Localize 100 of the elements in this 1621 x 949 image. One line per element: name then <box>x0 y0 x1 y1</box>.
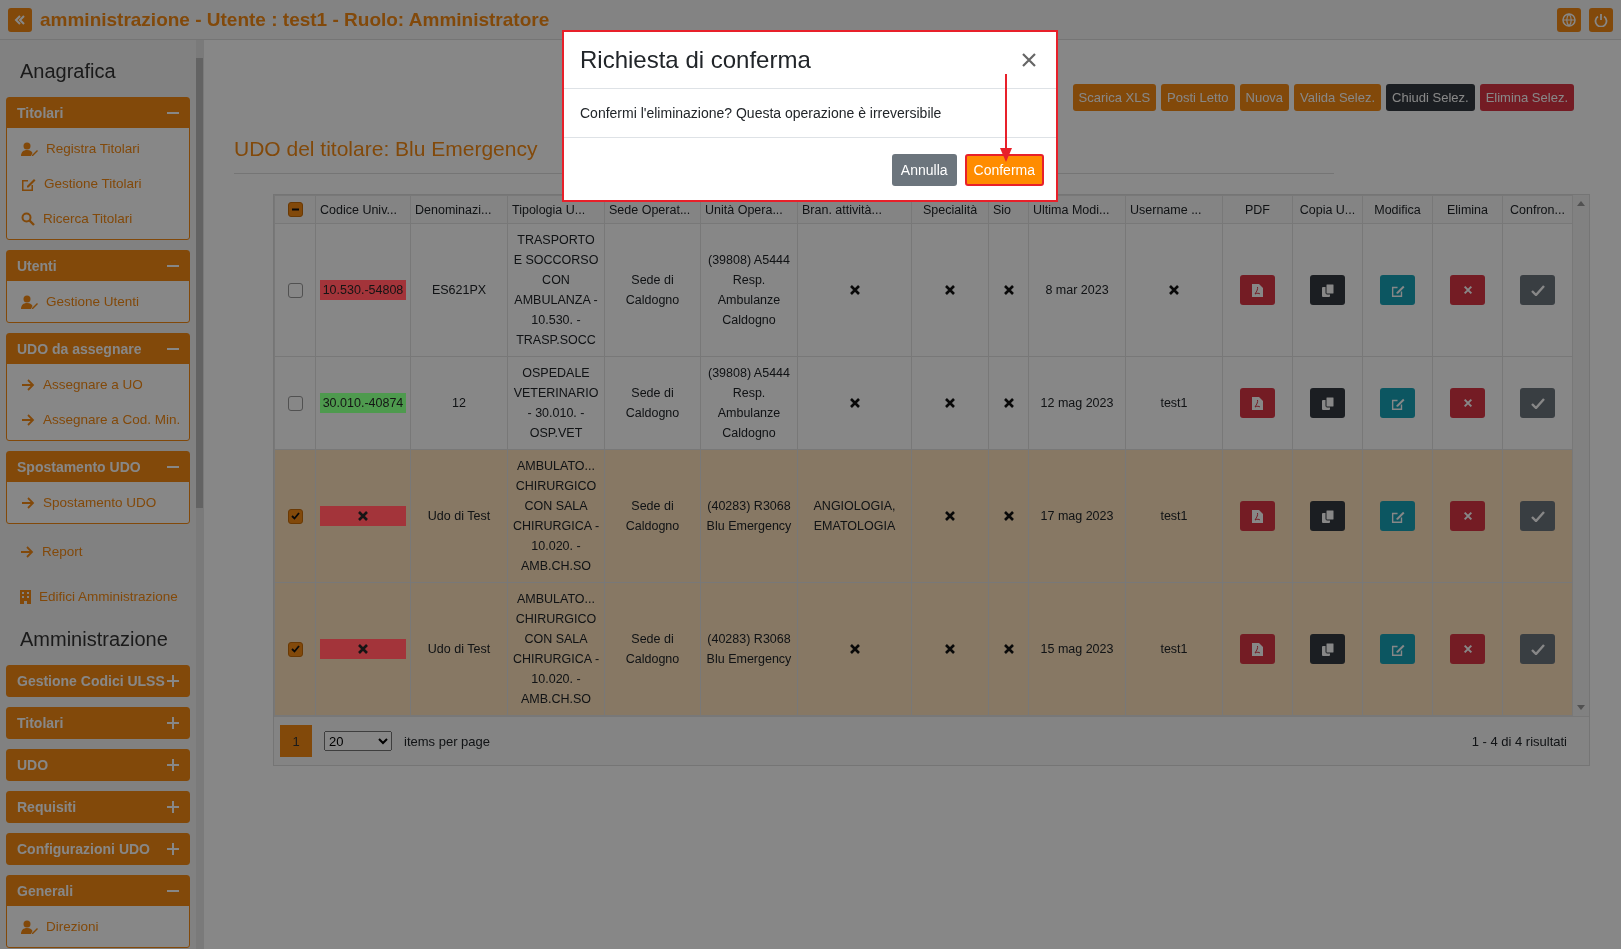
arrow-right-icon <box>21 413 35 426</box>
table-cell: Sede di Caldogno <box>604 449 701 583</box>
x-icon <box>1002 397 1015 409</box>
table-cell: 17 mag 2023 <box>1028 449 1126 583</box>
row-checkbox[interactable] <box>287 395 303 411</box>
close-icon <box>1462 644 1473 654</box>
x-icon <box>1168 284 1180 296</box>
pdf-button[interactable] <box>1240 501 1275 531</box>
edit-button[interactable] <box>1380 275 1415 305</box>
panel-header[interactable]: UDO da assegnare <box>7 334 189 364</box>
sidebar-item[interactable]: Direzioni <box>7 909 189 944</box>
sidebar-item[interactable]: Assegnare a Cod. Min. <box>7 402 189 437</box>
check-icon <box>1530 397 1545 409</box>
sidebar-item[interactable]: Registra Titolari <box>7 131 189 166</box>
toolbar-button[interactable]: Posti Letto <box>1161 84 1235 111</box>
table-cell: 12 mag 2023 <box>1028 356 1126 450</box>
row-checkbox[interactable] <box>287 508 303 524</box>
copy-button[interactable] <box>1310 275 1345 305</box>
column-header[interactable]: Elimina <box>1432 195 1503 224</box>
collapse-sidebar-button[interactable] <box>8 7 32 32</box>
arrow-right-icon <box>21 378 35 391</box>
panel-header[interactable]: Requisiti <box>7 792 189 822</box>
user-edit-icon <box>21 141 38 156</box>
table-cell: AMBULATO... CHIRURGICO CON SALA CHIRURGICA - 10.020. - AMB.CH.SO <box>507 582 605 716</box>
delete-button[interactable] <box>1450 634 1485 664</box>
table-cell: Sede di Caldogno <box>604 223 701 357</box>
pdf-button[interactable] <box>1240 275 1275 305</box>
column-header[interactable]: Copia U... <box>1292 195 1363 224</box>
copy-icon <box>1321 283 1334 297</box>
sidebar-heading: Anagrafica <box>19 60 117 83</box>
toolbar-button[interactable]: Chiudi Selez. <box>1386 84 1475 111</box>
confirm-button[interactable]: Conferma <box>964 154 1044 186</box>
building-icon <box>20 589 31 604</box>
column-header[interactable]: Username ... <box>1125 195 1223 224</box>
panel-header[interactable]: Generali <box>7 876 189 906</box>
panel-header[interactable]: Gestione Codici ULSS <box>7 666 189 696</box>
select-all-checkbox[interactable] <box>287 202 303 217</box>
panel-header[interactable]: Spostamento UDO <box>7 452 189 482</box>
panel-header[interactable]: Configurazioni UDO <box>7 834 189 864</box>
table-cell: OSPEDALE VETERINARIO - 30.010. - OSP.VET <box>507 356 605 450</box>
column-header[interactable]: Confron... <box>1502 195 1573 224</box>
x-icon <box>944 284 956 296</box>
globe-icon <box>1562 12 1576 27</box>
panel-header[interactable]: Utenti <box>7 251 189 281</box>
column-header[interactable]: Codice Univ... <box>315 195 411 224</box>
panel-title: Utenti <box>17 258 57 274</box>
sidebar-link[interactable]: Report <box>6 534 190 569</box>
row-checkbox[interactable] <box>287 282 303 298</box>
column-header[interactable]: PDF <box>1222 195 1293 224</box>
cancel-button[interactable]: Annulla <box>891 154 957 186</box>
edit-button[interactable] <box>1380 501 1415 531</box>
language-button[interactable] <box>1557 7 1581 32</box>
pdf-file-icon <box>1252 283 1263 297</box>
page-button[interactable]: 1 <box>280 725 312 757</box>
sidebar-item[interactable]: Gestione Titolari <box>7 166 189 201</box>
scroll-down-icon <box>1577 705 1585 710</box>
edit-button[interactable] <box>1380 634 1415 664</box>
pdf-file-icon <box>1252 642 1263 656</box>
pdf-button[interactable] <box>1240 388 1275 418</box>
copy-button[interactable] <box>1310 388 1345 418</box>
x-icon <box>357 643 369 655</box>
pdf-button[interactable] <box>1240 634 1275 664</box>
copy-button[interactable] <box>1310 501 1345 531</box>
panel-header[interactable]: Titolari <box>7 98 189 128</box>
search-icon <box>21 211 35 226</box>
column-header[interactable]: Modifica <box>1362 195 1433 224</box>
check-button[interactable] <box>1520 501 1555 531</box>
check-button[interactable] <box>1520 634 1555 664</box>
sidebar-item[interactable]: Gestione Utenti <box>7 284 189 319</box>
panel-header[interactable]: UDO <box>7 750 189 780</box>
scrollbar[interactable] <box>195 40 204 949</box>
delete-button[interactable] <box>1450 275 1485 305</box>
table-cell: ES621PX <box>410 223 508 357</box>
toolbar-button[interactable]: Valida Selez. <box>1294 84 1381 111</box>
page-size-label: items per page <box>404 733 490 749</box>
logout-button[interactable] <box>1589 7 1613 32</box>
sidebar-item[interactable]: Spostamento UDO <box>7 485 189 520</box>
check-icon <box>290 512 300 520</box>
delete-button[interactable] <box>1450 501 1485 531</box>
column-header[interactable]: Ultima Modi... <box>1028 195 1126 224</box>
toolbar-button[interactable]: Nuova <box>1239 84 1290 111</box>
copy-button[interactable] <box>1310 634 1345 664</box>
dialog-message: Confermi l'eliminazione? Questa operazione è irreversibile <box>564 89 1056 138</box>
edit-button[interactable] <box>1380 388 1415 418</box>
row-checkbox[interactable] <box>287 641 303 657</box>
column-header[interactable]: Denominazi... <box>410 195 508 224</box>
table-cell: AMBULATO... CHIRURGICO CON SALA CHIRURGICA - 10.020. - AMB.CH.SO <box>507 449 605 583</box>
check-button[interactable] <box>1520 388 1555 418</box>
panel-header[interactable]: Titolari <box>7 708 189 738</box>
page-size-select[interactable]: 20 <box>324 731 392 751</box>
sidebar-link[interactable]: Edifici Amministrazione <box>6 579 190 614</box>
x-icon <box>848 643 861 655</box>
panel-title: Configurazioni UDO <box>17 841 150 857</box>
check-button[interactable] <box>1520 275 1555 305</box>
sidebar-item[interactable]: Ricerca Titolari <box>7 201 189 236</box>
delete-button[interactable] <box>1450 388 1485 418</box>
toolbar-button[interactable]: Elimina Selez. <box>1479 84 1574 111</box>
table-cell: (40283) R3068 Blu Emergency <box>700 582 798 716</box>
sidebar-item[interactable]: Assegnare a UO <box>7 367 189 402</box>
toolbar-button[interactable]: Scarica XLS <box>1072 84 1157 111</box>
